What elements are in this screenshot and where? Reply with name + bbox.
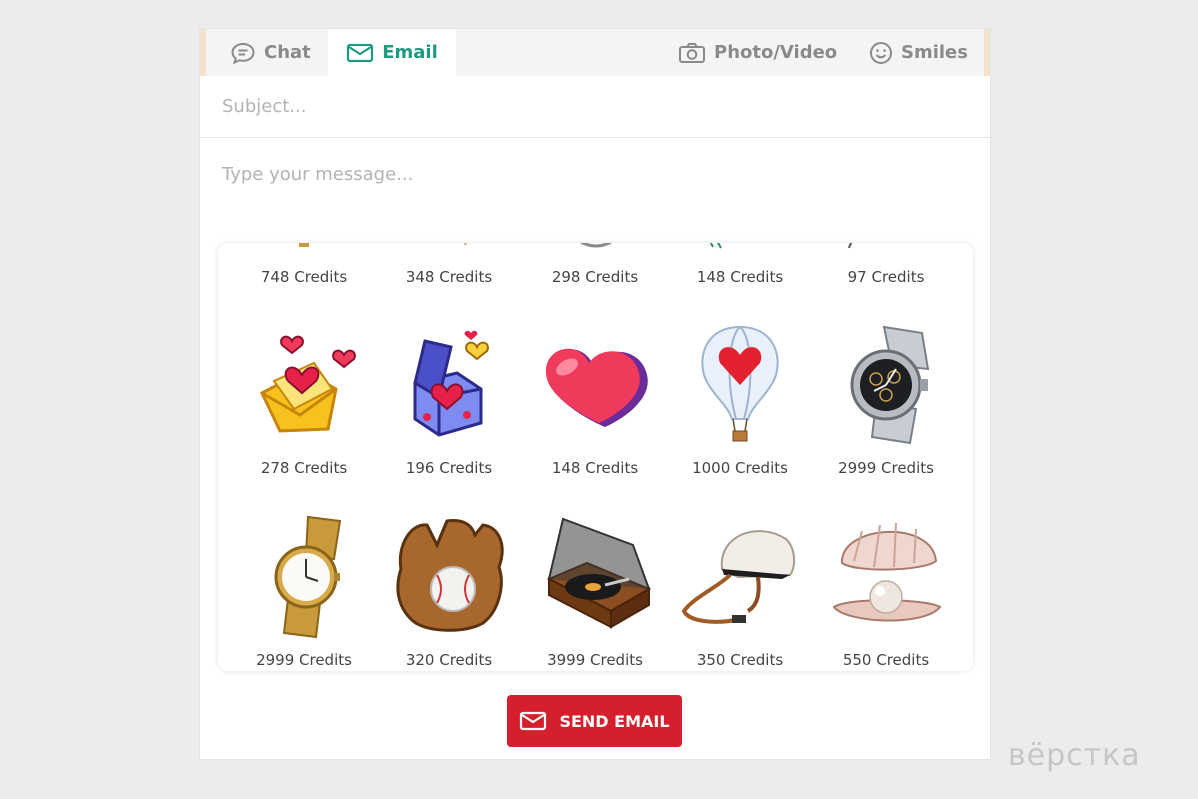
baseball-glove-icon <box>396 519 504 632</box>
gift-price: 148 Credits <box>696 268 784 286</box>
gift-partial-icon <box>299 243 309 247</box>
hot-air-balloon-icon <box>701 325 779 442</box>
gift-price: 1000 Credits <box>692 459 788 477</box>
gift-image <box>231 323 377 443</box>
subject-input[interactable] <box>200 76 990 138</box>
tab-chat-label: Chat <box>264 42 311 63</box>
gift-item[interactable]: 298 Credits <box>522 243 668 289</box>
tab-smiles-label: Smiles <box>901 42 968 63</box>
gift-item[interactable]: 3999 Credits <box>522 515 668 671</box>
gold-watch-icon <box>274 515 342 639</box>
tab-smiles[interactable]: Smiles <box>869 29 968 76</box>
gift-item[interactable]: 148 Credits <box>667 243 813 289</box>
gift-image <box>376 515 522 635</box>
pearl-shell-icon <box>832 522 942 622</box>
envelope-icon <box>347 43 374 62</box>
camera-icon <box>679 42 705 63</box>
gift-price: 320 Credits <box>405 651 493 669</box>
gift-price: 298 Credits <box>551 268 639 286</box>
gift-price: 2999 Credits <box>838 459 934 477</box>
envelope-hearts-icon <box>260 335 356 433</box>
gift-image <box>667 323 813 443</box>
gift-price: 196 Credits <box>405 459 493 477</box>
gift-image <box>231 515 377 639</box>
gift-item[interactable]: 2999 Credits <box>231 515 377 671</box>
gift-partial-icon <box>579 243 613 248</box>
gift-price: 3999 Credits <box>547 651 643 669</box>
tab-photo-video-label: Photo/Video <box>714 42 838 63</box>
gift-item[interactable]: 348 Credits <box>376 243 522 289</box>
gift-price: 97 Credits <box>847 268 925 286</box>
send-email-label: SEND EMAIL <box>559 711 670 731</box>
gift-item[interactable]: 278 Credits <box>231 323 377 483</box>
gift-price: 350 Credits <box>696 651 784 669</box>
gift-item[interactable]: 196 Credits <box>376 323 522 483</box>
gift-image <box>522 323 668 443</box>
gift-price: 550 Credits <box>842 651 930 669</box>
gift-item[interactable]: 320 Credits <box>376 515 522 671</box>
gift-image <box>667 515 813 635</box>
gift-image <box>813 515 959 635</box>
gift-item[interactable]: 97 Credits <box>813 243 959 289</box>
tab-chat[interactable]: Chat <box>230 29 311 76</box>
tab-bar: Chat Email Photo/Video Smiles <box>200 29 990 76</box>
gift-item[interactable]: 148 Credits <box>522 323 668 483</box>
gift-image <box>813 323 959 445</box>
gift-image <box>376 323 522 443</box>
email-compose-panel: Chat Email Photo/Video Smiles Subject...… <box>199 28 991 760</box>
gift-box-hearts-icon <box>413 330 489 437</box>
watermark-logo: вёрстка <box>1008 738 1141 773</box>
gift-price: 348 Credits <box>405 268 493 286</box>
envelope-icon <box>520 711 547 731</box>
tab-email-label: Email <box>382 42 438 63</box>
gift-price: 748 Credits <box>260 268 348 286</box>
record-player-icon <box>546 517 652 629</box>
chat-bubble-icon <box>231 42 255 64</box>
gift-item[interactable]: 1000 Credits <box>667 323 813 483</box>
message-textarea[interactable] <box>200 138 990 238</box>
gift-item[interactable]: 350 Credits <box>667 515 813 671</box>
gift-partial-icon <box>848 243 853 249</box>
gift-partial-icon <box>709 243 722 249</box>
riding-helmet-icon <box>681 530 796 624</box>
gift-price: 2999 Credits <box>256 651 352 669</box>
tab-photo-video[interactable]: Photo/Video <box>678 29 837 76</box>
gift-image <box>522 515 668 635</box>
send-email-button[interactable]: SEND EMAIL <box>507 695 682 747</box>
smiley-icon <box>870 41 892 64</box>
gift-price: 148 Credits <box>551 459 639 477</box>
gift-grid: 748 Credits 348 Credits 298 Credits 148 … <box>218 243 973 671</box>
heart-icon <box>545 348 648 427</box>
gift-price: 278 Credits <box>260 459 348 477</box>
tab-email[interactable]: Email <box>328 29 456 76</box>
gift-item[interactable]: 2999 Credits <box>813 323 959 483</box>
gift-item[interactable]: 748 Credits <box>231 243 377 289</box>
silver-watch-icon <box>850 325 930 445</box>
gift-partial-icon <box>464 243 467 245</box>
gift-item[interactable]: 550 Credits <box>813 515 959 671</box>
